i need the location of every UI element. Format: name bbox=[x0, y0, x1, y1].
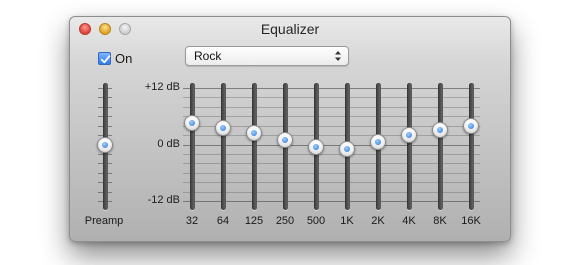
band-slider-64-track[interactable] bbox=[220, 83, 226, 210]
equalizer-window: Equalizer On Rock +12 dB 0 dB -12 dB Preamp… bbox=[69, 16, 511, 242]
updown-arrows-icon bbox=[335, 51, 341, 61]
preset-dropdown[interactable]: Rock bbox=[185, 46, 349, 66]
band-slider-250-knob[interactable] bbox=[277, 132, 293, 148]
grid-line bbox=[183, 107, 480, 108]
grid-line bbox=[183, 88, 480, 89]
band-slider-8k-track[interactable] bbox=[437, 83, 443, 210]
band-slider-32-knob[interactable] bbox=[184, 115, 200, 131]
checkmark-icon bbox=[100, 55, 111, 64]
band-slider-16k-track[interactable] bbox=[468, 83, 474, 210]
band-slider-8k-knob[interactable] bbox=[432, 122, 448, 138]
band-slider-125-track[interactable] bbox=[251, 83, 257, 210]
band-slider-125-knob[interactable] bbox=[246, 125, 262, 141]
grid-line bbox=[183, 154, 480, 155]
band-slider-32-track[interactable] bbox=[189, 83, 195, 210]
band-slider-2k-knob[interactable] bbox=[370, 134, 386, 150]
on-label: On bbox=[115, 51, 133, 66]
band-slider-4k-track[interactable] bbox=[406, 83, 412, 210]
grid-line bbox=[183, 201, 480, 202]
on-checkbox[interactable] bbox=[98, 52, 111, 65]
grid-line bbox=[183, 163, 480, 164]
band-slider-500-knob[interactable] bbox=[308, 139, 324, 155]
grid-line bbox=[183, 145, 480, 146]
db-scale-label: 0 dB bbox=[157, 138, 180, 150]
band-slider-1k-knob[interactable] bbox=[339, 141, 355, 157]
band-slider-64-knob[interactable] bbox=[215, 120, 231, 136]
grid-line bbox=[183, 173, 480, 174]
grid-line bbox=[183, 182, 480, 183]
band-slider-16k-knob[interactable] bbox=[463, 118, 479, 134]
preset-value: Rock bbox=[194, 49, 222, 63]
db-scale-label: +12 dB bbox=[144, 81, 180, 93]
on-toggle[interactable]: On bbox=[98, 51, 132, 66]
db-scale-label: -12 dB bbox=[147, 194, 180, 206]
window-title: Equalizer bbox=[260, 21, 320, 37]
title-bar[interactable]: Equalizer bbox=[70, 17, 510, 41]
grid-line bbox=[183, 116, 480, 117]
preamp-slider-knob[interactable] bbox=[97, 137, 113, 153]
band-slider-4k-knob[interactable] bbox=[401, 127, 417, 143]
preamp-label: Preamp bbox=[84, 215, 124, 227]
grid-line bbox=[183, 192, 480, 193]
grid-line bbox=[183, 97, 480, 98]
band-label-16k: 16K bbox=[461, 215, 481, 227]
